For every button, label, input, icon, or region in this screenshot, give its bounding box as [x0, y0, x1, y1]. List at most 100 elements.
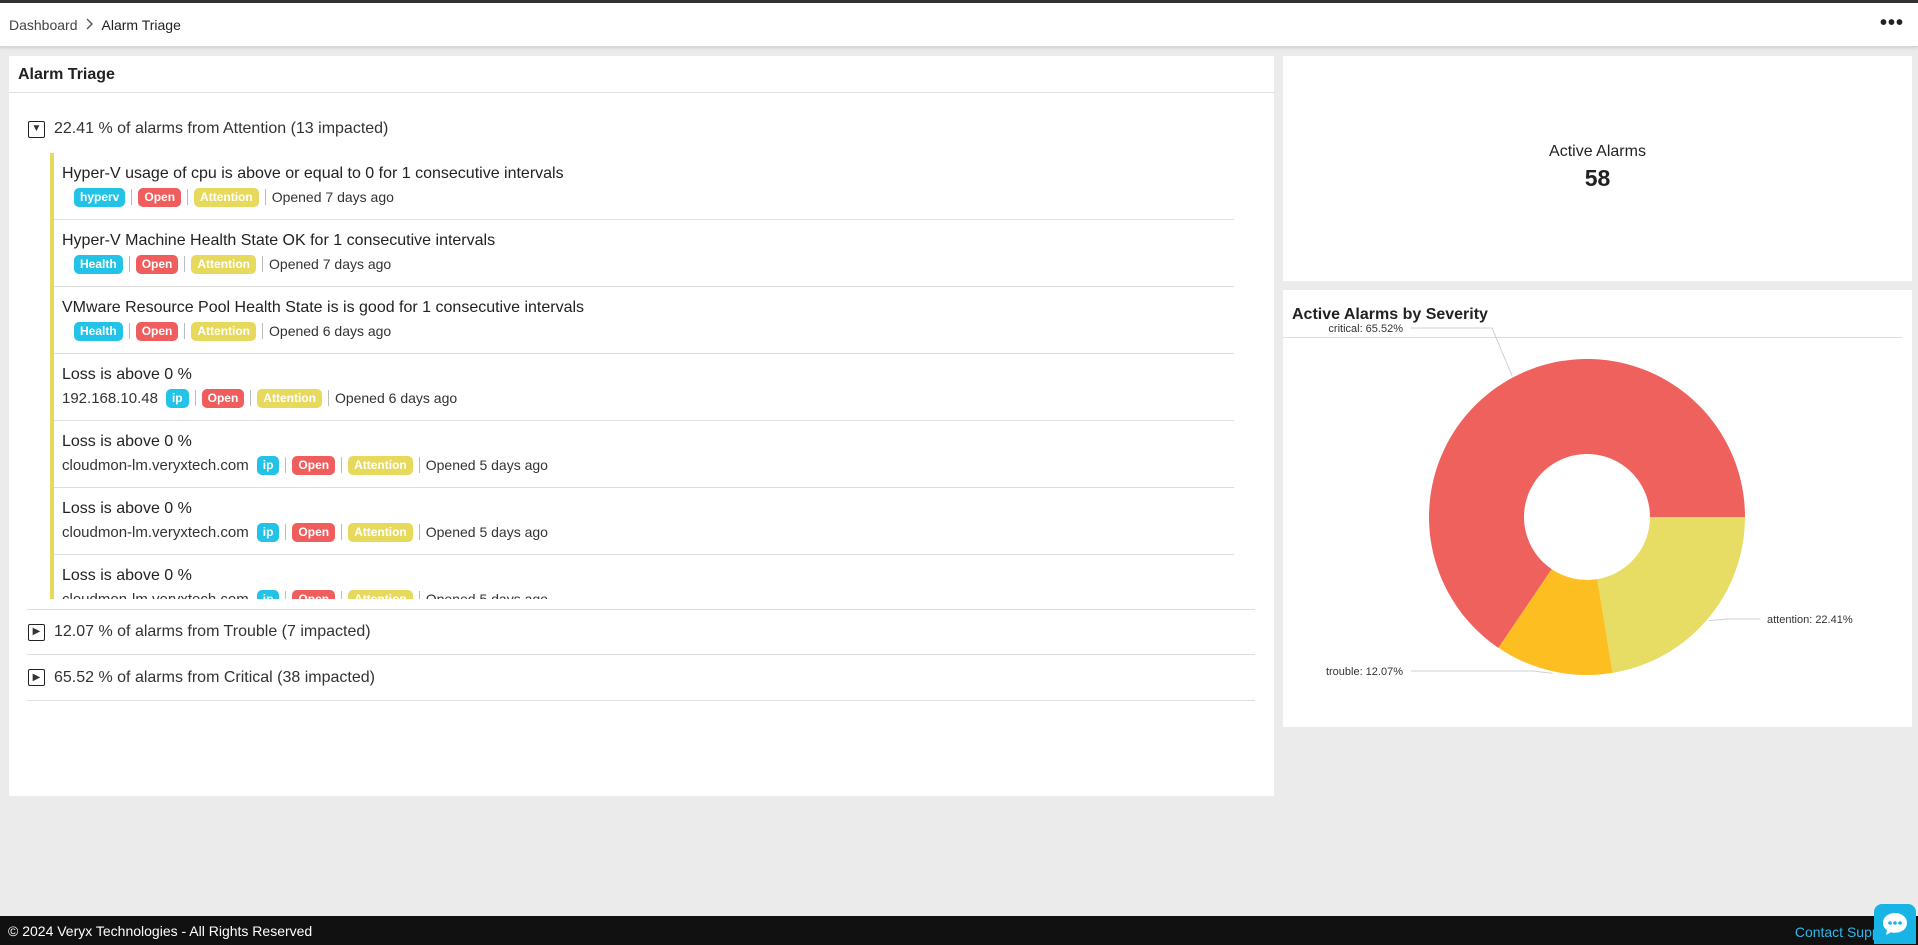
divider [418, 457, 420, 473]
alarm-meta: 192.168.10.48 ip Open Attention Opened 6… [62, 387, 1234, 409]
severity-badge: Attention [348, 522, 413, 542]
divider [341, 524, 343, 540]
divider [264, 189, 266, 205]
opened-time: Opened 7 days ago [271, 189, 394, 205]
chat-bubble-icon[interactable] [1874, 904, 1916, 944]
opened-time: Opened 6 days ago [269, 323, 392, 339]
alarm-host: cloudmon-lm.veryxtech.com [62, 523, 249, 541]
resource-tag-badge: ip [256, 589, 280, 599]
resource-tag-badge: hyperv [74, 187, 126, 207]
divider [128, 256, 130, 272]
alarm-title: Hyper-V usage of cpu is above or equal t… [62, 165, 564, 182]
divider [418, 524, 420, 540]
resource-tag-badge: ip [256, 455, 280, 475]
severity-donut-chart: attention: 22.41% trouble: 12.07% critical… [1326, 323, 1853, 678]
divider [262, 323, 264, 339]
top-header: Dashboard Alarm Triage ••• [0, 3, 1918, 47]
divider [327, 390, 329, 406]
opened-time: Opened 6 days ago [334, 390, 458, 406]
divider [341, 457, 343, 473]
divider [418, 591, 420, 599]
severity-badge: Attention [348, 589, 413, 599]
divider [187, 189, 189, 205]
slice-label-critical: critical: 65.52% [1328, 323, 1403, 335]
alarm-item[interactable]: Loss is above 0 % cloudmon-lm.veryxtech.… [54, 421, 1234, 488]
severity-badge: Attention [191, 254, 257, 274]
opened-time: Opened 5 days ago [425, 524, 548, 540]
breadcrumb-alarm-triage: Alarm Triage [101, 16, 181, 33]
status-badge: Open [201, 388, 245, 408]
footer: © 2024 Veryx Technologies - All Rights R… [0, 916, 1918, 945]
active-alarms-card: Active Alarms 58 [1283, 56, 1912, 281]
divider [184, 323, 186, 339]
alarm-meta: cloudmon-lm.veryxtech.com ip Open Attent… [62, 588, 1234, 599]
status-badge: Open [138, 187, 182, 207]
alarm-triage-panel: Alarm Triage ▼ 22.41 % of alarms from At… [9, 56, 1274, 796]
divider [285, 524, 287, 540]
active-alarms-label: Active Alarms [1549, 143, 1646, 160]
collapse-toggle-icon[interactable]: ▼ [28, 120, 45, 138]
divider [262, 256, 264, 272]
alarm-title: Loss is above 0 % [62, 366, 192, 383]
opened-time: Opened 5 days ago [425, 457, 548, 473]
status-badge: Open [135, 254, 179, 274]
severity-badge: Attention [348, 455, 413, 475]
breadcrumb-separator [86, 17, 94, 33]
group-trouble[interactable]: ▶ 12.07 % of alarms from Trouble (7 impa… [27, 609, 1255, 655]
label-leader-line-critical [1411, 327, 1513, 376]
alarm-item[interactable]: Hyper-V usage of cpu is above or equal t… [54, 153, 1234, 220]
active-alarms-count: 58 [1584, 165, 1611, 191]
group-critical[interactable]: ▶ 65.52 % of alarms from Critical (38 im… [27, 655, 1255, 701]
resource-tag-badge: ip [256, 522, 280, 542]
alarm-item[interactable]: Hyper-V Machine Health State OK for 1 co… [54, 220, 1234, 287]
expand-toggle-icon[interactable]: ▶ [28, 669, 45, 686]
divider [285, 457, 287, 473]
alarm-title: Loss is above 0 % [62, 567, 192, 584]
alarm-item[interactable]: Loss is above 0 % cloudmon-lm.veryxtech.… [54, 555, 1234, 599]
severity-badge: Attention [194, 187, 259, 207]
opened-time: Opened 5 days ago [425, 591, 548, 599]
alarm-host: cloudmon-lm.veryxtech.com [62, 456, 249, 474]
breadcrumb-dashboard[interactable]: Dashboard [9, 17, 78, 33]
more-dots-icon[interactable]: ••• [1880, 13, 1904, 33]
severity-chart-panel: Active Alarms by Severity attention: 22.… [1283, 290, 1912, 727]
panel-title: Alarm Triage [9, 56, 1274, 93]
divider [341, 591, 343, 599]
chat-icon-graphic [1883, 913, 1907, 935]
alarm-list[interactable]: Hyper-V usage of cpu is above or equal t… [50, 153, 1250, 599]
chevron-right-icon [86, 18, 93, 29]
slice-label-attention: attention: 22.41% [1767, 614, 1853, 626]
resource-tag-badge: Health [74, 254, 123, 274]
status-badge: Open [135, 321, 179, 341]
alarm-title: Loss is above 0 % [62, 500, 192, 517]
alarm-meta: cloudmon-lm.veryxtech.com ip Open Attent… [62, 454, 1234, 476]
alarm-meta: Health Open Attention Opened 6 days ago [62, 320, 1234, 342]
group-label: 65.52 % of alarms from Critical (38 impa… [54, 668, 375, 686]
resource-tag-badge: ip [165, 388, 189, 408]
alarm-title: Loss is above 0 % [62, 433, 192, 450]
divider [250, 390, 252, 406]
divider [285, 591, 287, 599]
status-badge: Open [292, 522, 336, 542]
group-attention[interactable]: ▼ 22.41 % of alarms from Attention (13 i… [27, 106, 1255, 152]
divider [184, 256, 186, 272]
slice-label-trouble: trouble: 12.07% [1326, 666, 1403, 678]
divider [128, 323, 130, 339]
alarm-title: VMware Resource Pool Health State is is … [62, 299, 585, 316]
status-badge: Open [292, 589, 336, 599]
alarm-meta: hyperv Open Attention Opened 7 days ago [62, 186, 1234, 208]
alarm-host: 192.168.10.48 [62, 389, 158, 407]
status-badge: Open [292, 455, 336, 475]
opened-time: Opened 7 days ago [269, 256, 392, 272]
expand-toggle-icon[interactable]: ▶ [28, 623, 45, 641]
divider [194, 390, 196, 406]
severity-badge: Attention [257, 388, 322, 408]
resource-tag-badge: Health [74, 321, 123, 341]
alarm-meta: Health Open Attention Opened 7 days ago [62, 253, 1234, 275]
alarm-item[interactable]: Loss is above 0 % cloudmon-lm.veryxtech.… [54, 488, 1234, 555]
divider [131, 189, 133, 205]
donut-slice-attention[interactable] [1597, 517, 1745, 673]
alarm-item[interactable]: Loss is above 0 % 192.168.10.48 ip Open … [54, 354, 1234, 421]
label-leader-line-attention [1708, 618, 1760, 622]
alarm-item[interactable]: VMware Resource Pool Health State is is … [54, 287, 1234, 354]
